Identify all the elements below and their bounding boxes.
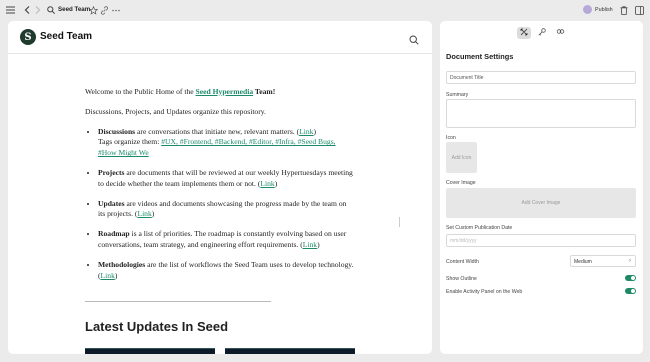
intro-paragraph: Welcome to the Public Home of the Seed H…	[85, 87, 276, 96]
add-cover-image-button[interactable]: Add Cover Image	[446, 188, 636, 218]
document-title-field[interactable]: Document Title	[446, 71, 636, 84]
link-icon[interactable]	[98, 4, 110, 16]
publish-label: Publish	[595, 6, 613, 13]
site-name[interactable]: Seed Team	[40, 31, 92, 42]
publication-date-label: Set Custom Publication Date	[446, 225, 513, 231]
show-outline-toggle[interactable]	[625, 275, 636, 281]
cover-image-label: Cover Image	[446, 180, 476, 186]
tools-icon	[520, 28, 528, 38]
settings-title: Document Settings	[446, 52, 514, 61]
more-options-icon[interactable]	[110, 4, 122, 16]
tab-document-settings[interactable]	[517, 27, 531, 39]
list-item-roadmap: Roadmap is a list of priorities. The roa…	[98, 229, 355, 251]
site-search-icon[interactable]	[409, 32, 419, 45]
add-icon-button[interactable]: Add Icon	[446, 142, 477, 173]
update-card-thumbnail[interactable]	[85, 348, 215, 354]
document-title[interactable]: Seed Team	[58, 6, 90, 13]
projects-link[interactable]: Link	[260, 179, 274, 188]
list-item-discussions: Discussions are conversations that initi…	[98, 127, 355, 159]
content-width-label: Content Width	[446, 259, 479, 265]
activity-panel-label: Enable Activity Panel on the Web	[446, 289, 523, 295]
updates-link[interactable]: Link	[137, 209, 151, 218]
users-icon	[556, 28, 565, 38]
update-card-thumbnail[interactable]	[225, 348, 355, 354]
trash-icon[interactable]	[618, 4, 630, 16]
top-bar: Seed Team Publish	[0, 0, 650, 20]
list-item-updates: Updates are videos and documents showcas…	[98, 199, 355, 221]
avatar	[583, 5, 592, 14]
repository-paragraph: Discussions, Projects, and Updates organ…	[85, 106, 266, 116]
summary-label: Summary	[446, 92, 469, 98]
tab-properties[interactable]	[535, 27, 549, 39]
forward-arrow-icon[interactable]	[32, 4, 44, 16]
site-logo[interactable]: S	[20, 29, 36, 45]
panel-toggle-icon[interactable]	[633, 4, 645, 16]
discussions-link[interactable]: Link	[299, 127, 313, 136]
site-header: S Seed Team	[8, 21, 432, 54]
document-panel: S Seed Team Welcome to the Public Home o…	[8, 21, 432, 354]
show-outline-label: Show Outline	[446, 276, 477, 282]
key-icon	[538, 28, 546, 38]
roadmap-link[interactable]: Link	[303, 240, 317, 249]
seed-hypermedia-link[interactable]: Seed Hypermedia	[196, 87, 254, 96]
tab-collaborators[interactable]	[553, 27, 567, 39]
activity-panel-toggle[interactable]	[625, 288, 636, 294]
latest-updates-heading: Latest Updates In Seed	[85, 319, 229, 334]
chevron-right-icon: ›	[629, 258, 631, 264]
block-handle[interactable]	[399, 217, 400, 227]
document-body[interactable]: Welcome to the Public Home of the Seed H…	[85, 87, 355, 290]
publication-date-field[interactable]: mm/dd/yyyy	[446, 234, 636, 247]
settings-tabs	[517, 27, 567, 39]
horizontal-rule	[85, 301, 271, 302]
content-width-value: Medium	[574, 259, 592, 265]
methodologies-link[interactable]: Link	[101, 271, 115, 280]
topics-list: Discussions are conversations that initi…	[85, 127, 355, 282]
icon-label: Icon	[446, 135, 456, 141]
search-icon[interactable]	[45, 4, 57, 16]
list-item-methodologies: Methodologies are the list of workflows …	[98, 260, 355, 282]
publish-button[interactable]: Publish	[583, 5, 613, 14]
menu-icon[interactable]	[4, 4, 16, 16]
settings-panel: Document Settings Document Title Summary…	[440, 21, 643, 354]
summary-field[interactable]	[446, 99, 636, 128]
content-width-select[interactable]: Medium ›	[570, 255, 636, 267]
list-item-projects: Projects are documents that will be revi…	[98, 168, 355, 190]
